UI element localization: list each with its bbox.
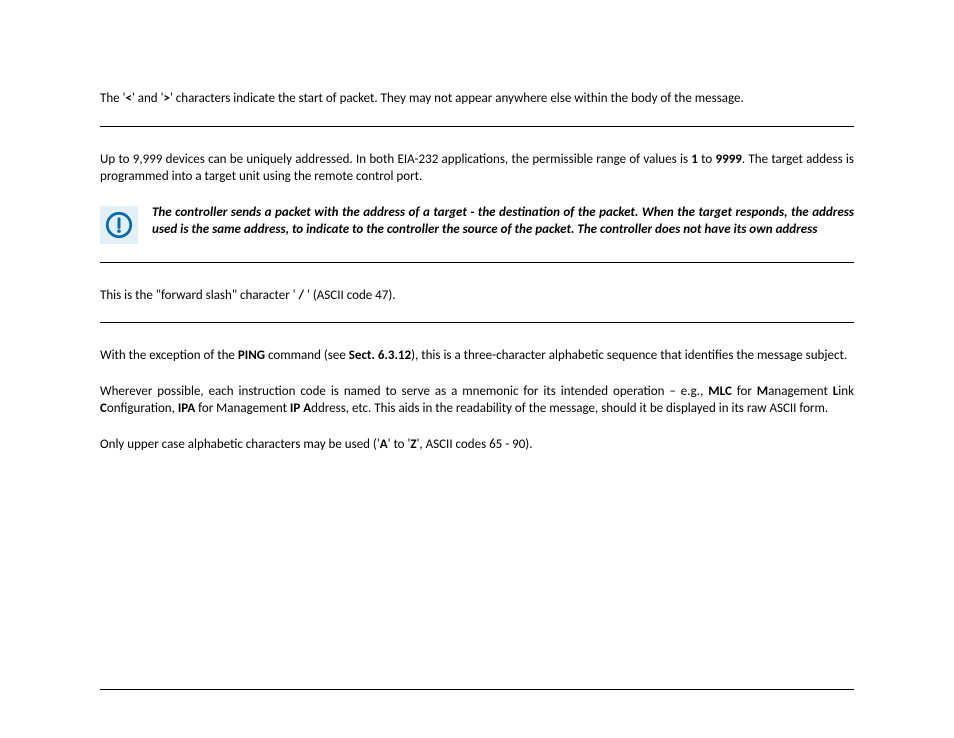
paragraph: Wherever possible, each instruction code… — [100, 383, 854, 418]
text: ' and ' — [132, 91, 164, 106]
section-target-address: Up to 9,999 devices can be uniquely addr… — [100, 151, 854, 244]
text: Up to 9,999 devices can be uniquely addr… — [100, 152, 691, 167]
section-instruction-code: With the exception of the PING command (… — [100, 347, 854, 453]
page-footer-rule — [100, 689, 854, 690]
value-max: 9999 — [716, 152, 742, 167]
text: With the exception of the — [100, 348, 238, 363]
paragraph: This is the "forward slash" character ' … — [100, 287, 854, 305]
section-divider — [100, 322, 854, 323]
text: onfiguration, — [107, 401, 178, 416]
mnemonic-letter: C — [100, 401, 107, 416]
section-address-delimiter: This is the "forward slash" character ' … — [100, 287, 854, 305]
text: The ' — [100, 91, 125, 106]
char-A: A — [380, 437, 388, 452]
text: ' to ' — [388, 437, 411, 452]
note-callout: The controller sends a packet with the a… — [100, 204, 854, 244]
text: ddress, etc. This aids in the readabilit… — [311, 401, 828, 416]
text: command (see — [265, 348, 349, 363]
section-start-of-packet: The '<' and '>' characters indicate the … — [100, 90, 854, 108]
mnemonic-ipa: IPA — [178, 401, 195, 416]
section-divider — [100, 262, 854, 263]
text: ), this is a three-character alphabetic … — [411, 348, 847, 363]
section-ref: Sect. 6.3.12 — [349, 348, 411, 363]
text: for — [732, 384, 757, 399]
mnemonic-mlc: MLC — [708, 384, 732, 399]
value-min: 1 — [691, 152, 698, 167]
note-text: The controller sends a packet with the a… — [152, 204, 854, 239]
section-divider — [100, 126, 854, 127]
mnemonic-letter: M — [757, 384, 768, 399]
text: ' (ASCII code 47). — [304, 288, 396, 303]
text: ', ASCII codes 65 - 90). — [417, 437, 533, 452]
text: This is the "forward slash" character ' — [100, 288, 299, 303]
text: for Management — [195, 401, 290, 416]
text: to — [698, 152, 716, 167]
ping-command: PING — [238, 348, 265, 363]
paragraph: Only upper case alphabetic characters ma… — [100, 436, 854, 454]
paragraph: With the exception of the PING command (… — [100, 347, 854, 365]
paragraph: The '<' and '>' characters indicate the … — [100, 90, 854, 108]
text: ink — [838, 384, 854, 399]
info-icon — [100, 206, 138, 244]
paragraph: Up to 9,999 devices can be uniquely addr… — [100, 151, 854, 186]
text: anagement — [768, 384, 833, 399]
text: Wherever possible, each instruction code… — [100, 384, 708, 399]
text: ' characters indicate the start of packe… — [170, 91, 744, 106]
mnemonic-letter: IP A — [290, 401, 311, 416]
text: Only upper case alphabetic characters ma… — [100, 437, 380, 452]
